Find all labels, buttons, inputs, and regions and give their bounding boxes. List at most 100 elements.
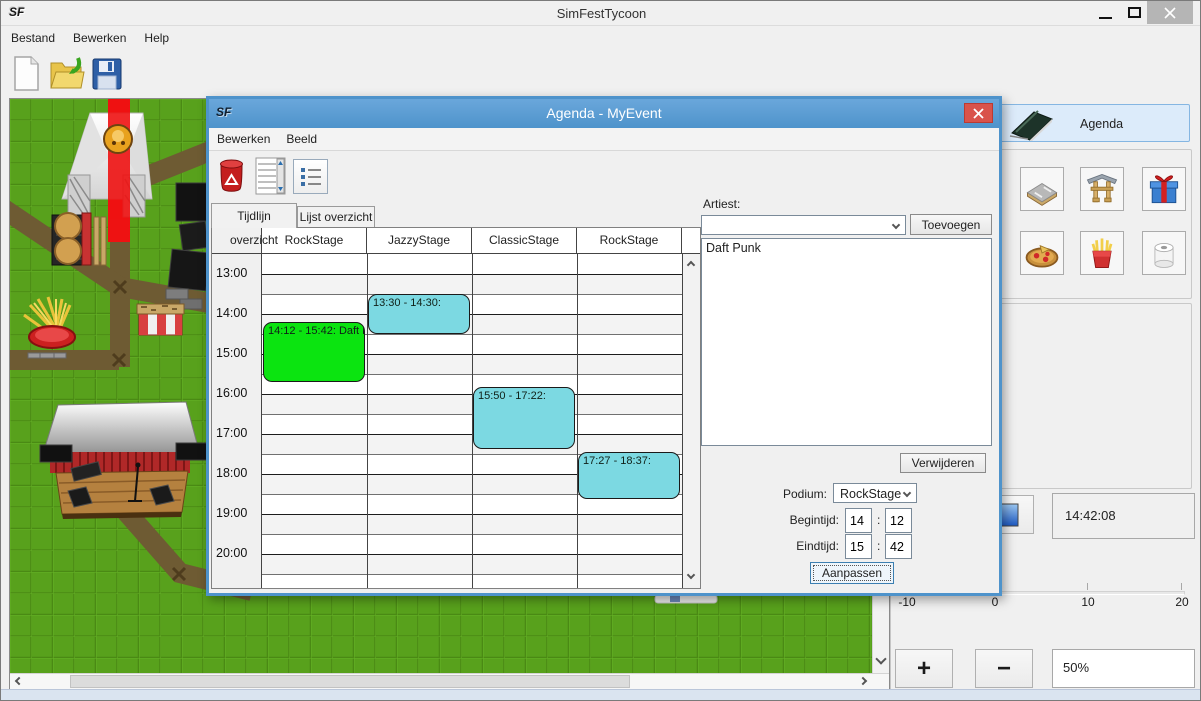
minimize-button[interactable] bbox=[1089, 1, 1121, 24]
slider-tick bbox=[1181, 583, 1182, 590]
sidebar-item-agenda[interactable]: Agenda bbox=[999, 104, 1190, 142]
info-panel bbox=[995, 303, 1192, 489]
burger-stand bbox=[52, 213, 106, 265]
save-file-button[interactable] bbox=[89, 55, 125, 93]
end-hour-field[interactable] bbox=[845, 534, 872, 559]
agenda-dialog: Agenda - MyEvent SF Bewerken Beeld bbox=[206, 96, 1002, 596]
begin-hour-field[interactable] bbox=[845, 508, 872, 533]
road-icon bbox=[1022, 169, 1062, 209]
status-strip bbox=[1, 689, 1201, 701]
menu-help[interactable]: Help bbox=[144, 31, 169, 45]
end-minute-field[interactable] bbox=[885, 534, 912, 559]
dialog-menu-beeld[interactable]: Beeld bbox=[286, 132, 317, 146]
main-toolbar bbox=[1, 49, 1201, 98]
timeline-view-button[interactable] bbox=[253, 156, 287, 196]
delete-event-button[interactable] bbox=[215, 156, 247, 196]
pizza-icon bbox=[1022, 233, 1062, 273]
new-file-icon bbox=[11, 55, 41, 93]
striped-stand bbox=[137, 304, 184, 335]
chevron-down-icon bbox=[903, 489, 911, 497]
gate-icon bbox=[1082, 169, 1122, 209]
chevron-down-icon bbox=[892, 221, 900, 229]
schedule-scrollbar[interactable] bbox=[682, 254, 700, 588]
shop-gate-button[interactable] bbox=[1080, 167, 1124, 211]
event-17-27-18-37[interactable]: 17:27 - 18:37: bbox=[578, 452, 680, 499]
maximize-button[interactable] bbox=[1119, 1, 1149, 24]
hidden-tent-top bbox=[655, 595, 717, 603]
shop-pizza-button[interactable] bbox=[1020, 231, 1064, 275]
time-colon: : bbox=[877, 539, 880, 553]
toilet-roll-icon bbox=[1144, 233, 1184, 273]
time-label-18-00: 18:00 bbox=[216, 466, 247, 482]
window-title: SimFestTycoon bbox=[1, 1, 1201, 26]
column-header-jazzystage-1: JazzyStage bbox=[367, 228, 472, 254]
new-file-button[interactable] bbox=[9, 54, 43, 94]
open-file-button[interactable] bbox=[47, 53, 87, 95]
tab-tijdlijn-overzicht[interactable]: Tijdlijn overzicht bbox=[211, 203, 297, 228]
begin-time-label: Begintijd: bbox=[757, 513, 839, 527]
shop-toilet-roll-button[interactable] bbox=[1142, 231, 1186, 275]
app-window: SimFestTycoon SF Bestand Bewerken Help bbox=[0, 0, 1201, 701]
scroll-left-icon[interactable] bbox=[15, 677, 23, 685]
slider-tick-label-0: 0 bbox=[975, 595, 1015, 609]
dialog-menu-bewerken[interactable]: Bewerken bbox=[217, 132, 270, 146]
time-label-15-00: 15:00 bbox=[216, 346, 247, 362]
artist-list[interactable]: Daft Punk bbox=[701, 238, 992, 446]
slider-tick-label-20: 20 bbox=[1162, 595, 1201, 609]
menu-bewerken[interactable]: Bewerken bbox=[73, 31, 126, 45]
artist-dropdown[interactable] bbox=[701, 215, 906, 235]
clock-display: 14:42:08 bbox=[1052, 493, 1195, 539]
column-divider bbox=[577, 254, 578, 588]
dialog-toolbar bbox=[209, 151, 999, 203]
scroll-down-icon[interactable] bbox=[687, 571, 695, 579]
scroll-up-icon[interactable] bbox=[687, 261, 695, 269]
time-label-14-00: 14:00 bbox=[216, 306, 247, 322]
apply-button[interactable]: Aanpassen bbox=[810, 562, 894, 584]
add-artist-button[interactable]: Toevoegen bbox=[910, 214, 992, 235]
delete-icon bbox=[218, 158, 245, 194]
close-icon bbox=[973, 108, 984, 119]
dialog-titlebar: Agenda - MyEvent SF bbox=[209, 99, 999, 128]
dialog-close-button[interactable] bbox=[964, 103, 993, 123]
time-label-19-00: 19:00 bbox=[216, 506, 247, 522]
open-file-icon bbox=[48, 54, 86, 94]
maximize-icon bbox=[1128, 7, 1141, 18]
time-label-17-00: 17:00 bbox=[216, 426, 247, 442]
end-time-label: Eindtijd: bbox=[757, 539, 839, 553]
scrollbar-thumb[interactable] bbox=[70, 675, 630, 688]
artist-item-daft-punk[interactable]: Daft Punk bbox=[702, 239, 991, 257]
dialog-logo-icon: SF bbox=[216, 105, 231, 119]
map-horizontal-scrollbar[interactable] bbox=[10, 673, 889, 689]
agenda-book-icon bbox=[1008, 108, 1056, 141]
gift-icon bbox=[1144, 169, 1184, 209]
event-15-50-17-22[interactable]: 15:50 - 17:22: bbox=[473, 387, 575, 448]
slider-tick-label--10: -10 bbox=[887, 595, 927, 609]
zoom-out-button[interactable]: − bbox=[975, 649, 1033, 688]
scroll-right-icon[interactable] bbox=[859, 677, 867, 685]
shop-fries-button[interactable] bbox=[1080, 231, 1124, 275]
event-13-30-14-30[interactable]: 13:30 - 14:30: bbox=[368, 294, 470, 334]
podium-label: Podium: bbox=[765, 487, 827, 501]
close-button[interactable] bbox=[1147, 1, 1193, 24]
app-logo-icon: SF bbox=[9, 5, 24, 19]
menu-bestand[interactable]: Bestand bbox=[11, 31, 55, 45]
tab-lijst-overzicht[interactable]: Lijst overzicht bbox=[297, 206, 375, 228]
timeline-view-icon bbox=[255, 157, 286, 195]
scroll-down-icon[interactable] bbox=[875, 653, 886, 664]
zoom-in-button[interactable]: + bbox=[895, 649, 953, 688]
podium-dropdown[interactable]: RockStage bbox=[833, 483, 917, 503]
schedule-body[interactable]: 13:30 - 14:30:14:12 - 15:42: Daft Punk 15… bbox=[262, 254, 682, 588]
zoom-level-display[interactable]: 50% bbox=[1052, 649, 1195, 688]
event-14-12-15-42[interactable]: 14:12 - 15:42: Daft Punk bbox=[263, 322, 365, 382]
slider-tick-label-10: 10 bbox=[1068, 595, 1108, 609]
remove-artist-button[interactable]: Verwijderen bbox=[900, 453, 986, 473]
column-header-rockstage-3: RockStage bbox=[577, 228, 682, 254]
list-view-button[interactable] bbox=[293, 159, 328, 194]
shop-gift-button[interactable] bbox=[1142, 167, 1186, 211]
close-icon bbox=[1164, 7, 1176, 19]
begin-minute-field[interactable] bbox=[885, 508, 912, 533]
shop-road-button[interactable] bbox=[1020, 167, 1064, 211]
time-colon: : bbox=[877, 513, 880, 527]
main-menubar: Bestand Bewerken Help bbox=[1, 26, 1201, 49]
time-label-13-00: 13:00 bbox=[216, 266, 247, 282]
